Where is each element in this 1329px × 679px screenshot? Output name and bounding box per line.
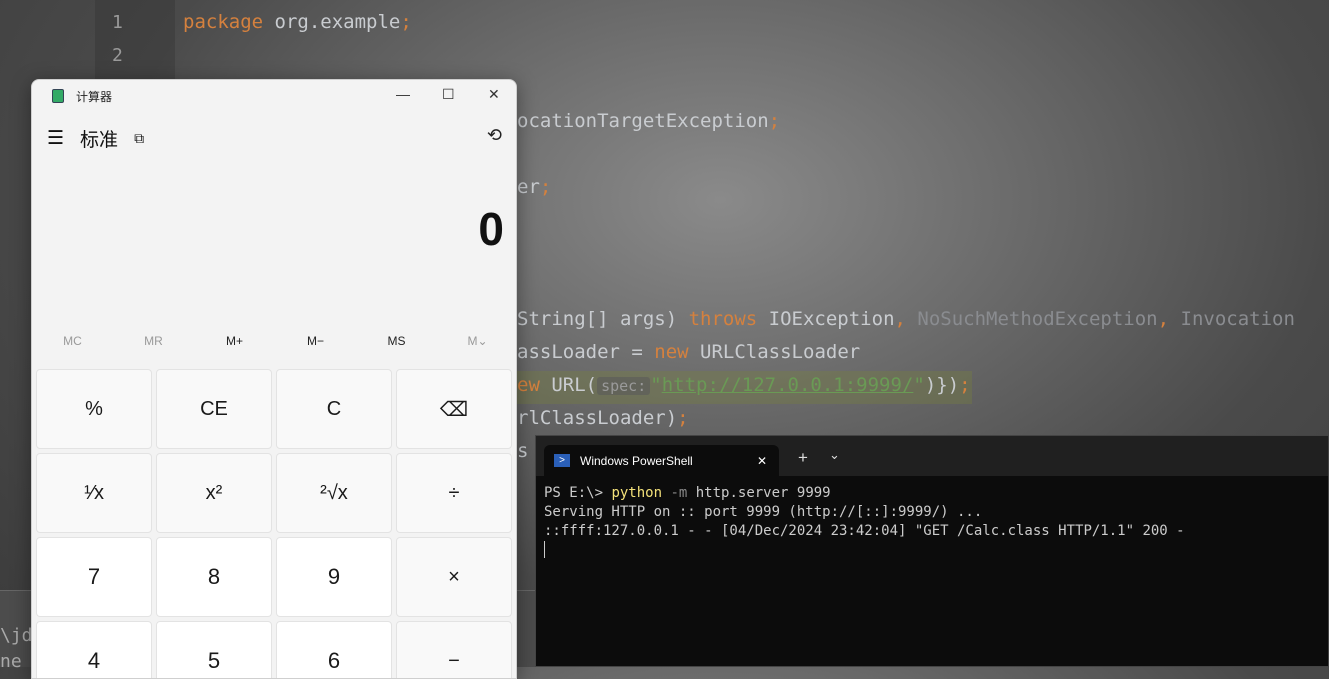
menu-icon[interactable]: ☰ [47, 127, 64, 150]
six-button[interactable]: 6 [276, 621, 392, 678]
mc-button[interactable]: MC [32, 334, 113, 348]
subtract-button[interactable]: − [396, 621, 512, 678]
code-line: ocationTargetException; [517, 110, 781, 132]
m-plus-button[interactable]: M+ [194, 334, 275, 348]
code-line: er; [517, 176, 552, 198]
four-button[interactable]: 4 [36, 621, 152, 678]
clear-button[interactable]: C [276, 369, 392, 449]
code-line: assLoader = new URLClassLoader [517, 341, 861, 363]
close-tab-icon[interactable]: ✕ [757, 454, 767, 468]
title-bar[interactable]: 计算器 — ☐ ✕ [32, 80, 516, 112]
memory-row: MC MR M+ M− MS M⌄ [32, 334, 516, 348]
code-line: package org.example; [183, 11, 412, 33]
minimize-button[interactable]: — [396, 86, 410, 102]
tab-title: Windows PowerShell [580, 453, 693, 468]
eight-button[interactable]: 8 [156, 537, 272, 617]
window-title: 计算器 [76, 89, 113, 104]
backspace-button[interactable]: ⌫ [396, 369, 512, 449]
history-icon[interactable]: ⟲ [487, 125, 502, 146]
square-root-button[interactable]: ²√x [276, 453, 392, 533]
memory-list-button[interactable]: M⌄ [437, 334, 516, 348]
text-cursor [544, 541, 545, 558]
powershell-icon: > [554, 454, 570, 467]
multiply-button[interactable]: × [396, 537, 512, 617]
mr-button[interactable]: MR [113, 334, 194, 348]
close-button[interactable]: ✕ [488, 86, 500, 103]
panel-text: \jd [0, 625, 33, 646]
calculator-window: 计算器 — ☐ ✕ ☰ 标准 ⧉ ⟲ 0 MC MR M+ M− MS M⌄ %… [31, 79, 517, 679]
code-line: s [517, 440, 529, 462]
tab-bar: > Windows PowerShell ✕ + ⌄ [536, 436, 1328, 476]
ms-button[interactable]: MS [356, 334, 437, 348]
nine-button[interactable]: 9 [276, 537, 392, 617]
seven-button[interactable]: 7 [36, 537, 152, 617]
keep-on-top-icon[interactable]: ⧉ [134, 130, 144, 147]
reciprocal-button[interactable]: ¹⁄x [36, 453, 152, 533]
new-tab-button[interactable]: + [798, 448, 808, 468]
calculator-icon [52, 89, 64, 103]
line-number: 1 [112, 12, 123, 33]
percent-button[interactable]: % [36, 369, 152, 449]
url-link[interactable]: http://127.0.0.1:9999/ [662, 374, 914, 396]
tab-powershell[interactable]: > Windows PowerShell ✕ [544, 445, 779, 476]
mode-title: 标准 [80, 130, 119, 151]
five-button[interactable]: 5 [156, 621, 272, 678]
panel-text: ne [0, 651, 22, 672]
dropdown-button[interactable]: ⌄ [829, 447, 840, 463]
parameter-hint: spec: [597, 377, 651, 395]
powershell-window: > Windows PowerShell ✕ + ⌄ PS E:\> pytho… [535, 435, 1329, 667]
line-number: 2 [112, 45, 123, 66]
code-line: rlClassLoader); [517, 407, 689, 429]
m-minus-button[interactable]: M− [275, 334, 356, 348]
maximize-button[interactable]: ☐ [442, 86, 455, 103]
square-button[interactable]: x² [156, 453, 272, 533]
code-line: ew URL(spec: "http://127.0.0.1:9999/")}); [517, 374, 971, 396]
code-line: String[] args) throws IOException, NoSuc… [517, 308, 1295, 330]
ce-button[interactable]: CE [156, 369, 272, 449]
divide-button[interactable]: ÷ [396, 453, 512, 533]
display: 0 [478, 203, 504, 255]
terminal-output[interactable]: PS E:\> python -m http.server 9999 Servi… [536, 476, 1328, 564]
